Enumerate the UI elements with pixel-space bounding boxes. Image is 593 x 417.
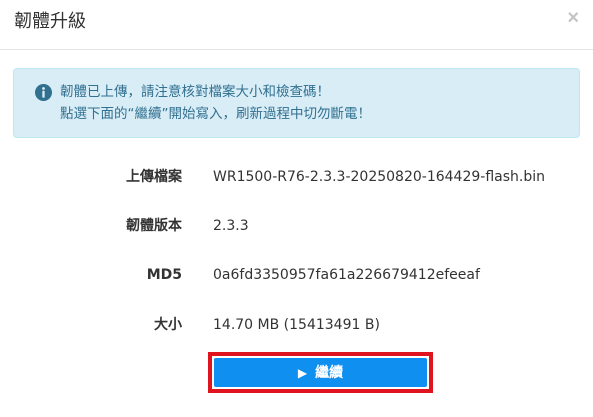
close-icon[interactable]: × xyxy=(567,8,579,28)
firmware-upgrade-dialog: 韌體升級 × 韌體已上傳，請注意核對檔案大小和檢查碼！ 點選下面的“繼續”開始寫… xyxy=(0,0,593,417)
continue-button[interactable]: ▶ 繼續 xyxy=(214,358,427,387)
alert-message-line-2: 點選下面的“繼續”開始寫入，刷新過程中切勿斷電！ xyxy=(60,106,371,122)
info-row-firmware-version: 韌體版本 2.3.3 xyxy=(0,215,593,237)
dialog-header: 韌體升級 × xyxy=(0,0,593,50)
md5-value: 0a6fd3350957fa61a226679412efeeaf xyxy=(213,267,480,283)
alert-message-line-1: 韌體已上傳，請注意核對檔案大小和檢查碼！ xyxy=(60,84,330,100)
dialog-title: 韌體升級 xyxy=(14,11,86,32)
upload-file-value: WR1500-R76-2.3.3-20250820-164429-flash.b… xyxy=(213,169,545,185)
continue-button-highlight: ▶ 繼續 xyxy=(208,352,433,393)
info-row-upload-file: 上傳檔案 WR1500-R76-2.3.3-20250820-164429-fl… xyxy=(0,166,593,188)
size-label: 大小 xyxy=(154,317,182,333)
upload-file-label: 上傳檔案 xyxy=(126,169,182,185)
info-alert: 韌體已上傳，請注意核對檔案大小和檢查碼！ 點選下面的“繼續”開始寫入，刷新過程中… xyxy=(13,68,580,138)
size-value: 14.70 MB (15413491 B) xyxy=(213,317,380,333)
play-icon: ▶ xyxy=(297,366,308,380)
firmware-version-value: 2.3.3 xyxy=(213,218,249,234)
info-row-md5: MD5 0a6fd3350957fa61a226679412efeeaf xyxy=(0,264,593,286)
firmware-version-label: 韌體版本 xyxy=(126,218,182,234)
md5-label: MD5 xyxy=(146,267,182,283)
continue-button-label: 繼續 xyxy=(315,365,344,381)
info-row-size: 大小 14.70 MB (15413491 B) xyxy=(0,314,593,336)
info-circle-icon xyxy=(35,84,52,101)
